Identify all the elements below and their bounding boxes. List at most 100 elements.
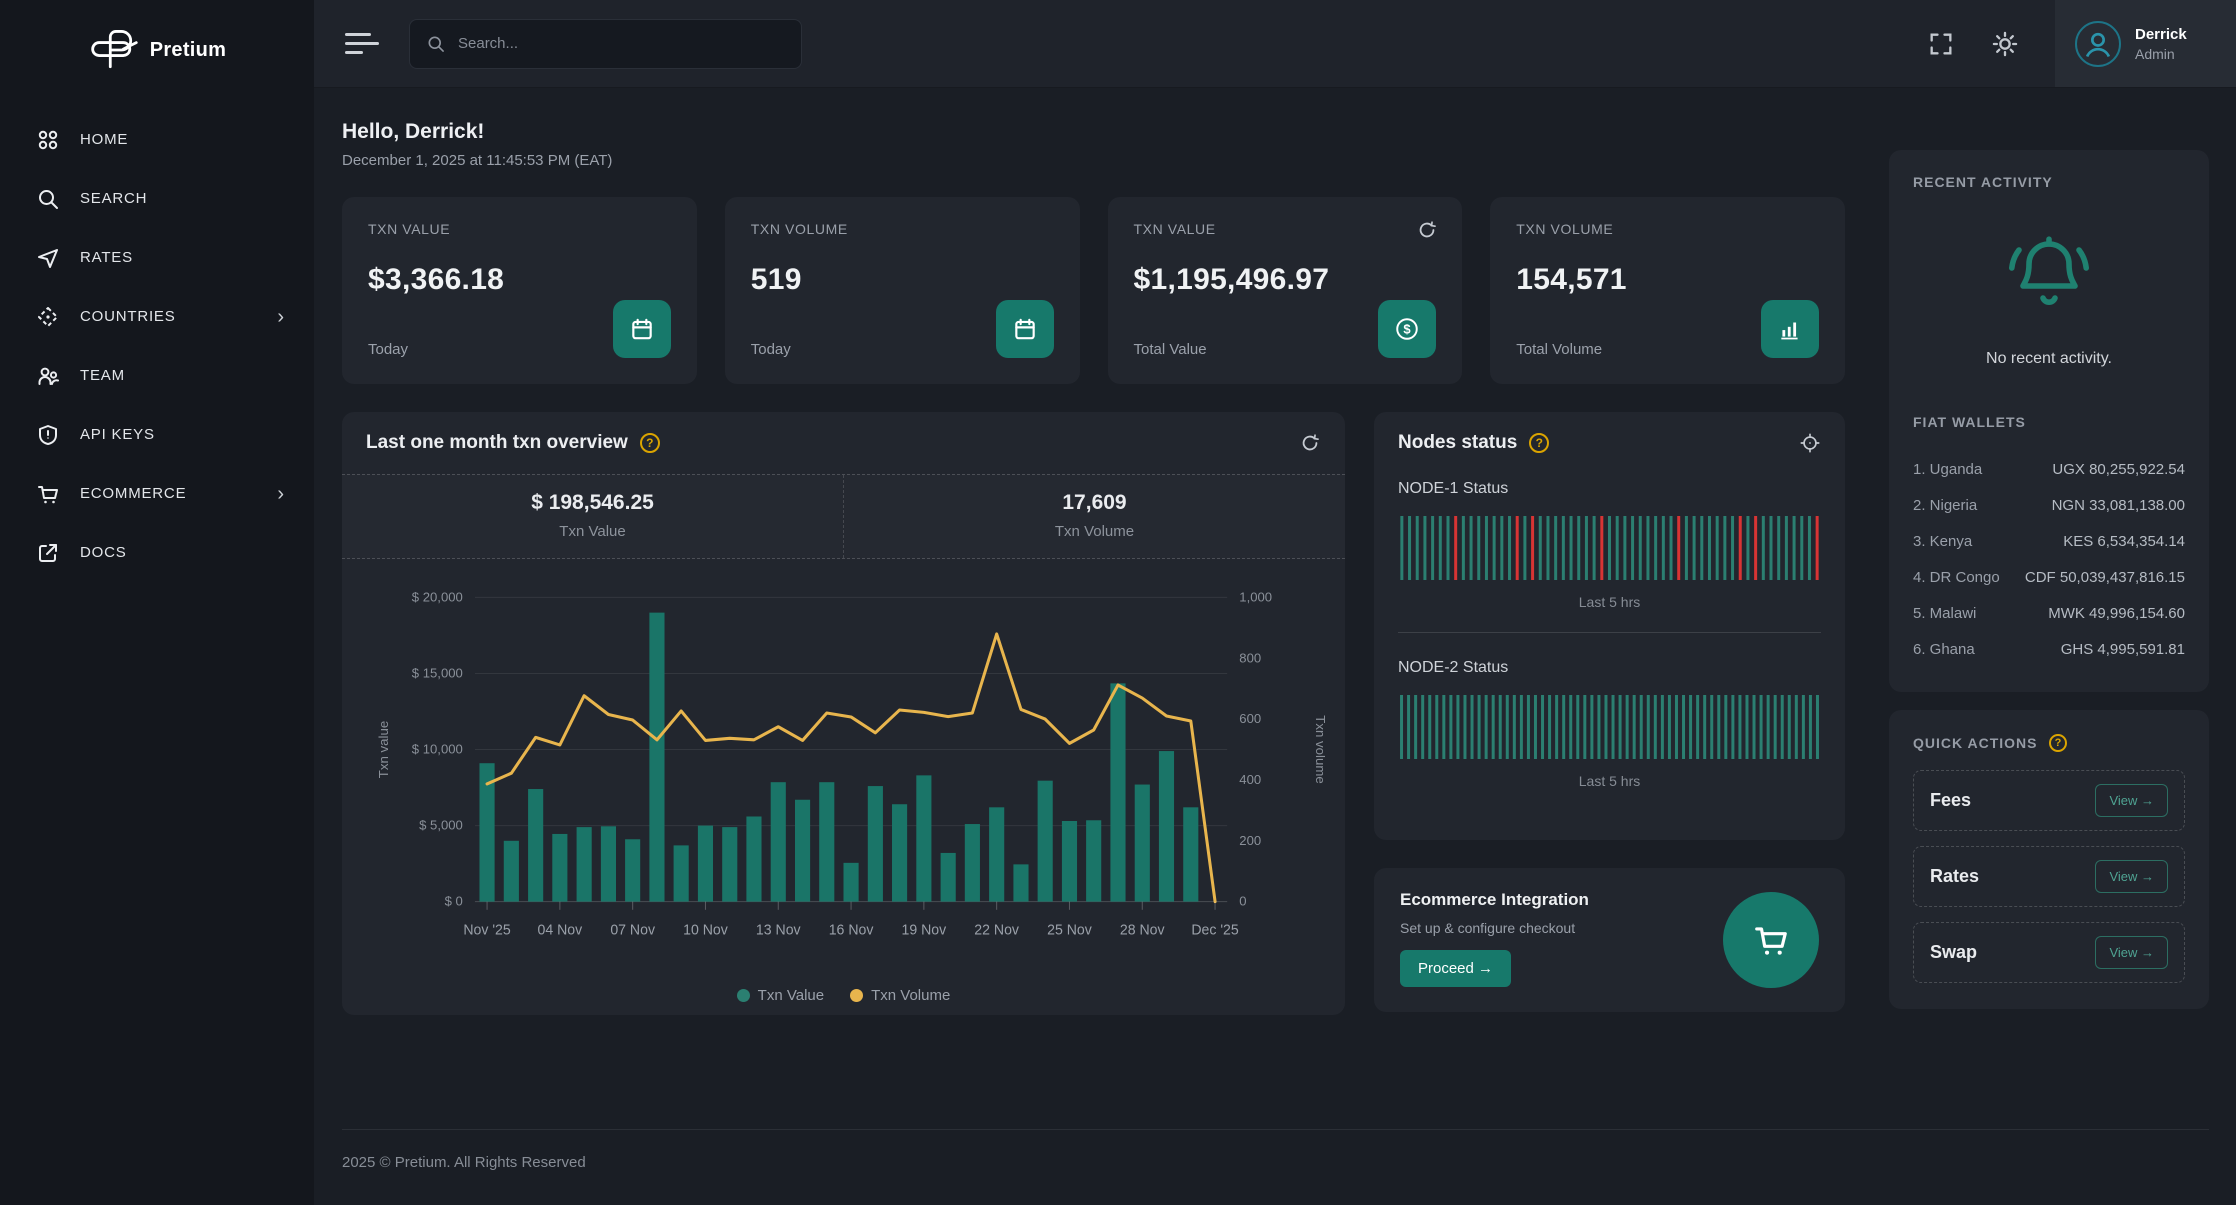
wallet-row: 3. KenyaKES 6,534,354.14 bbox=[1913, 524, 2185, 560]
wallet-row: 2. NigeriaNGN 33,081,138.00 bbox=[1913, 488, 2185, 524]
crosshair-icon[interactable] bbox=[1799, 432, 1821, 454]
sidebar-nav: HOME SEARCH RATES COUNTRIES › TEAM API K… bbox=[0, 110, 314, 582]
dollar-circle-icon[interactable]: $ bbox=[1378, 300, 1436, 358]
sidebar-item-team[interactable]: TEAM bbox=[0, 346, 314, 405]
stat-label: TXN VALUE bbox=[1134, 221, 1437, 237]
panel-title: Nodes status bbox=[1398, 432, 1517, 454]
greeting-title: Hello, Derrick! bbox=[342, 120, 1845, 144]
nodes-status-panel: Nodes status ? NODE-1 Status Last 5 hrs … bbox=[1374, 412, 1845, 840]
help-icon[interactable]: ? bbox=[2049, 734, 2067, 752]
proceed-button[interactable]: Proceed → bbox=[1400, 950, 1511, 987]
user-menu[interactable]: Derrick Admin bbox=[2055, 0, 2236, 87]
shield-icon bbox=[36, 423, 60, 447]
txn-overview-panel: Last one month txn overview ? $ 198,546.… bbox=[342, 412, 1345, 1015]
greeting-datetime: December 1, 2025 at 11:45:53 PM (EAT) bbox=[342, 152, 1845, 169]
view-rates-button[interactable]: View → bbox=[2095, 860, 2168, 893]
search-box[interactable] bbox=[409, 19, 802, 69]
sidebar-item-docs[interactable]: DOCS bbox=[0, 523, 314, 582]
send-icon bbox=[36, 246, 60, 270]
bell-icon bbox=[1913, 228, 2185, 324]
search-input[interactable] bbox=[458, 35, 785, 52]
summary-txn-volume: 17,609 bbox=[844, 491, 1345, 515]
stat-card-txn-value-today: TXN VALUE $3,366.18 Today bbox=[342, 197, 697, 384]
search-icon bbox=[426, 34, 446, 54]
svg-text:600: 600 bbox=[1239, 711, 1261, 726]
sidebar-item-search[interactable]: SEARCH bbox=[0, 169, 314, 228]
txn-combo-chart: $ 0$ 5,000$ 10,000$ 15,000$ 20,000020040… bbox=[342, 559, 1345, 985]
stat-caption: Total Value bbox=[1134, 341, 1207, 358]
stat-label: TXN VALUE bbox=[368, 221, 671, 237]
sidebar-item-ecommerce[interactable]: ECOMMERCE › bbox=[0, 464, 314, 523]
search-icon bbox=[36, 187, 60, 211]
help-icon[interactable]: ? bbox=[640, 433, 660, 453]
sidebar-item-label: RATES bbox=[80, 249, 133, 266]
svg-text:13 Nov: 13 Nov bbox=[756, 922, 802, 938]
wallet-row: 1. UgandaUGX 80,255,922.54 bbox=[1913, 452, 2185, 488]
sidebar-item-countries[interactable]: COUNTRIES › bbox=[0, 287, 314, 346]
svg-text:04 Nov: 04 Nov bbox=[538, 922, 584, 938]
chart-legend: Txn Value Txn Volume bbox=[342, 985, 1345, 1020]
legend-txn-volume: Txn Volume bbox=[850, 987, 950, 1004]
pretium-logo-icon bbox=[88, 24, 140, 76]
view-swap-button[interactable]: View → bbox=[2095, 936, 2168, 969]
svg-text:400: 400 bbox=[1239, 772, 1261, 787]
greeting: Hello, Derrick! December 1, 2025 at 11:4… bbox=[342, 120, 1845, 169]
sidebar-item-label: DOCS bbox=[80, 544, 127, 561]
svg-text:Txn volume: Txn volume bbox=[1313, 715, 1325, 784]
quick-action-fees: Fees View → bbox=[1913, 770, 2185, 831]
bar-chart-icon[interactable] bbox=[1761, 300, 1819, 358]
quick-actions-card: QUICK ACTIONS ? Fees View → Rates View → bbox=[1889, 710, 2209, 1009]
refresh-icon[interactable] bbox=[1416, 219, 1438, 241]
sidebar-item-rates[interactable]: RATES bbox=[0, 228, 314, 287]
wallet-row: 4. DR CongoCDF 50,039,437,816.15 bbox=[1913, 560, 2185, 596]
right-aside: RECENT ACTIVITY No recent activity. FIAT… bbox=[1889, 150, 2209, 1015]
help-icon[interactable]: ? bbox=[1529, 433, 1549, 453]
summary-txn-value-label: Txn Value bbox=[342, 523, 843, 540]
svg-text:Txn value: Txn value bbox=[376, 721, 391, 779]
node2-sparkline bbox=[1398, 695, 1821, 759]
divider bbox=[1398, 632, 1821, 633]
sidebar-item-home[interactable]: HOME bbox=[0, 110, 314, 169]
stat-value: 519 bbox=[751, 263, 1054, 297]
svg-text:1,000: 1,000 bbox=[1239, 589, 1272, 604]
stat-label: TXN VOLUME bbox=[1516, 221, 1819, 237]
stat-value: $1,195,496.97 bbox=[1134, 263, 1437, 297]
stat-cards-row: TXN VALUE $3,366.18 Today TXN VOLUME 519… bbox=[342, 197, 1845, 384]
fullscreen-icon[interactable] bbox=[1927, 30, 1955, 58]
node2-label: NODE-2 Status bbox=[1398, 659, 1821, 677]
overview-summary: $ 198,546.25 Txn Value 17,609 Txn Volume bbox=[342, 474, 1345, 559]
stat-caption: Today bbox=[751, 341, 791, 358]
sidebar-item-label: TEAM bbox=[80, 367, 125, 384]
wallet-row: 6. GhanaGHS 4,995,591.81 bbox=[1913, 632, 2185, 668]
cart-icon bbox=[1723, 892, 1819, 988]
stat-card-txn-volume-today: TXN VOLUME 519 Today bbox=[725, 197, 1080, 384]
avatar bbox=[2075, 21, 2121, 67]
svg-text:800: 800 bbox=[1239, 650, 1261, 665]
calendar-icon[interactable] bbox=[996, 300, 1054, 358]
sidebar-item-label: ECOMMERCE bbox=[80, 485, 186, 502]
refresh-icon[interactable] bbox=[1299, 432, 1321, 454]
fiat-wallets-heading: FIAT WALLETS bbox=[1913, 414, 2185, 430]
svg-text:19 Nov: 19 Nov bbox=[902, 922, 948, 938]
brand-logo[interactable]: Pretium bbox=[0, 18, 314, 82]
quick-action-rates: Rates View → bbox=[1913, 846, 2185, 907]
svg-text:200: 200 bbox=[1239, 833, 1261, 848]
svg-text:07 Nov: 07 Nov bbox=[610, 922, 656, 938]
svg-text:22 Nov: 22 Nov bbox=[974, 922, 1020, 938]
view-fees-button[interactable]: View → bbox=[2095, 784, 2168, 817]
activity-wallets-card: RECENT ACTIVITY No recent activity. FIAT… bbox=[1889, 150, 2209, 692]
sidebar-item-api-keys[interactable]: API KEYS bbox=[0, 405, 314, 464]
no-activity-text: No recent activity. bbox=[1913, 350, 2185, 368]
footer: 2025 © Pretium. All Rights Reserved bbox=[342, 1129, 2209, 1205]
svg-text:0: 0 bbox=[1239, 894, 1246, 909]
summary-txn-value: $ 198,546.25 bbox=[342, 491, 843, 515]
theme-brightness-icon[interactable] bbox=[1991, 30, 2019, 58]
svg-text:16 Nov: 16 Nov bbox=[829, 922, 875, 938]
countries-scan-icon bbox=[36, 305, 60, 329]
stat-value: 154,571 bbox=[1516, 263, 1819, 297]
stat-caption: Today bbox=[368, 341, 408, 358]
menu-toggle-icon[interactable] bbox=[345, 31, 381, 57]
svg-text:Nov '25: Nov '25 bbox=[463, 922, 510, 938]
sidebar: Pretium HOME SEARCH RATES COUNTRIES › TE… bbox=[0, 0, 314, 1205]
calendar-icon[interactable] bbox=[613, 300, 671, 358]
